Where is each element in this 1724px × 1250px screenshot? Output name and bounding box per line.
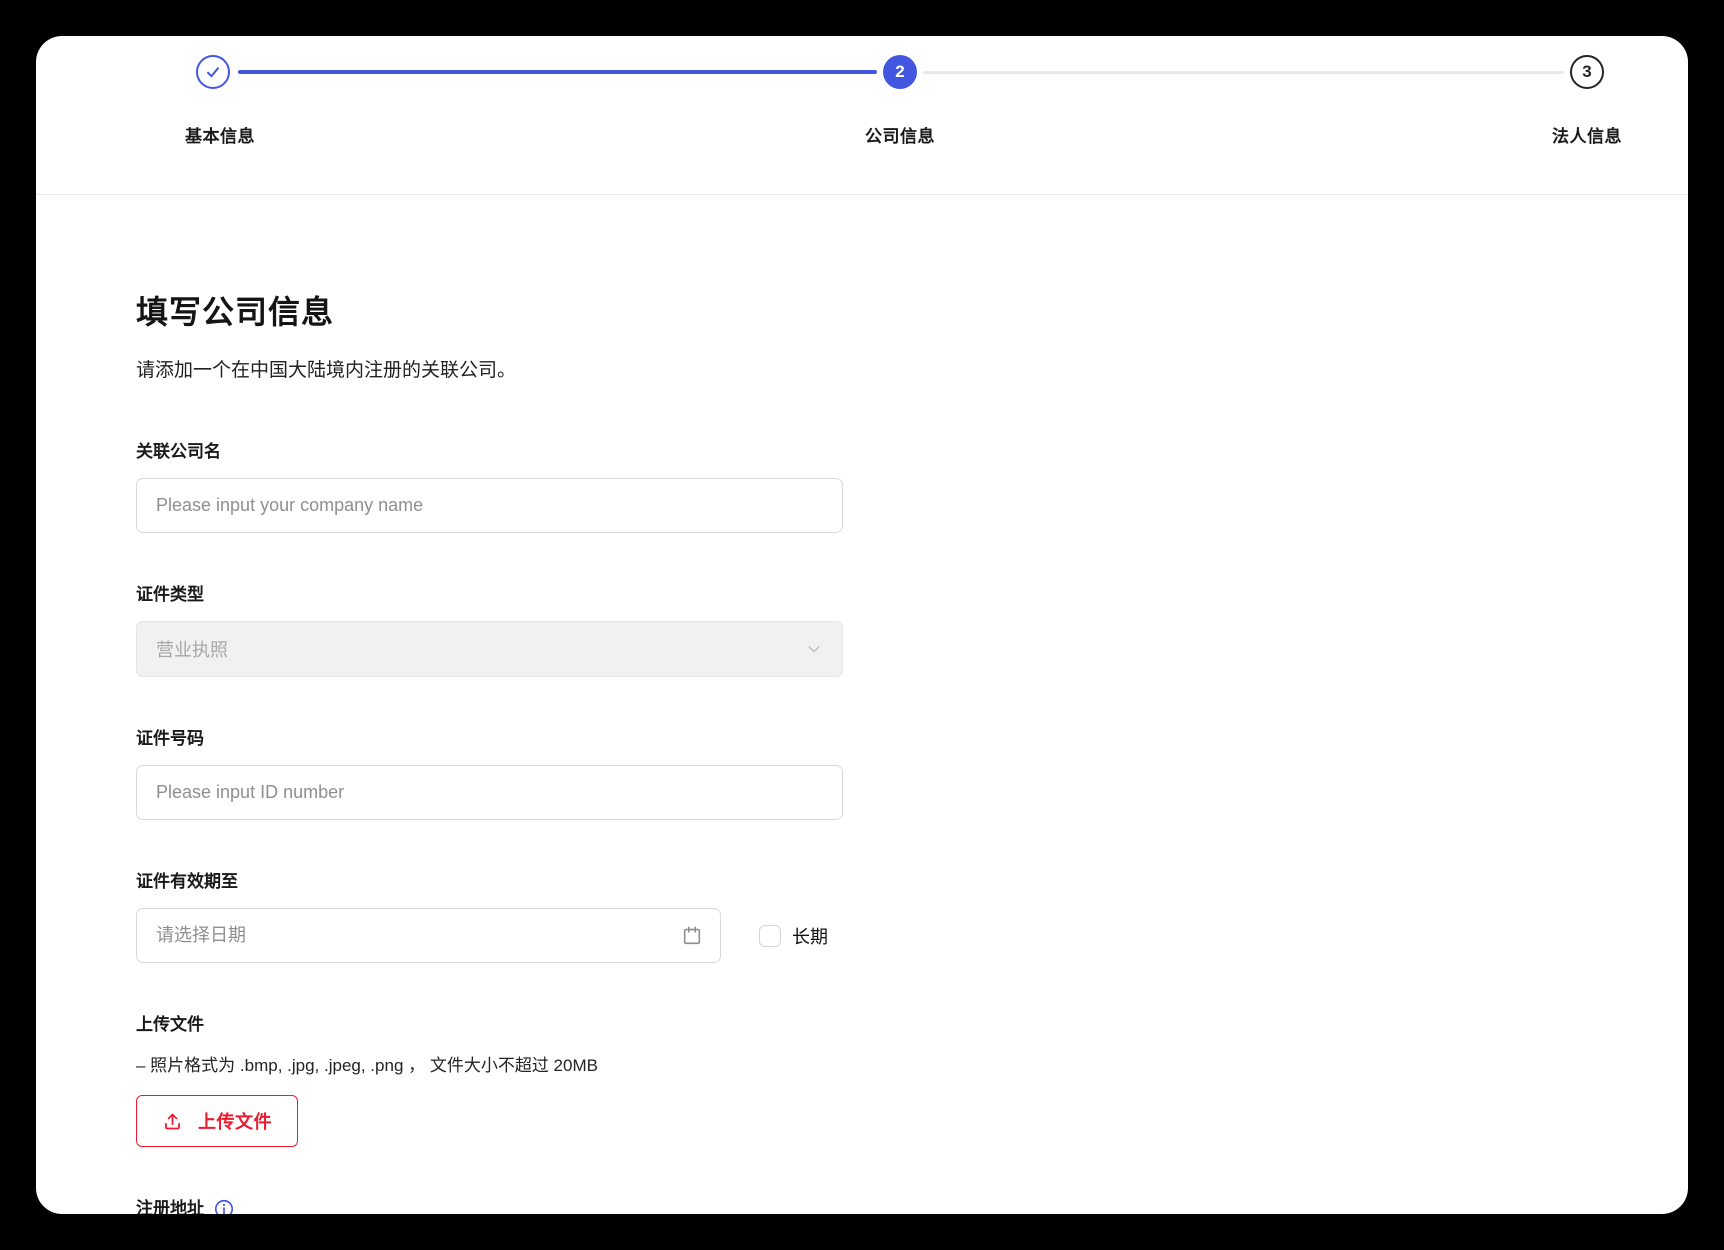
chevron-down-icon — [805, 640, 823, 658]
upload-note: – 照片格式为 .bmp, .jpg, .jpeg, .png ， 文件大小不超… — [136, 1051, 1688, 1076]
id-expiry-row: 长期 — [136, 908, 1688, 963]
address-label-row: 注册地址 — [136, 1197, 1688, 1214]
step-2-label: 公司信息 — [800, 122, 1000, 147]
calendar-icon[interactable] — [681, 925, 703, 947]
step-1-label: 基本信息 — [120, 122, 320, 147]
long-term-label: 长期 — [792, 923, 828, 949]
step-3-indicator: 3 — [1570, 55, 1604, 89]
id-type-select: 营业执照 — [136, 621, 843, 677]
stepper-connector-pending — [923, 71, 1564, 74]
step-3-number: 3 — [1582, 62, 1591, 82]
id-number-field: 证件号码 — [136, 727, 1688, 820]
step-2-indicator: 2 — [883, 55, 917, 89]
address-label: 注册地址 — [136, 1197, 204, 1214]
form-card: 2 3 基本信息 公司信息 法人信息 填写公司信息 请添加一个在中国大陆境内注册… — [36, 36, 1688, 1214]
upload-icon — [162, 1111, 183, 1132]
id-type-field: 证件类型 营业执照 — [136, 583, 1688, 677]
expiry-date-input[interactable] — [136, 908, 721, 963]
step-1-indicator — [196, 55, 230, 89]
long-term-checkbox[interactable] — [759, 925, 781, 947]
info-icon[interactable] — [213, 1198, 235, 1214]
id-number-label: 证件号码 — [136, 727, 1688, 751]
id-number-input[interactable] — [136, 765, 843, 820]
step-3-label: 法人信息 — [1487, 122, 1687, 147]
company-name-input[interactable] — [136, 478, 843, 533]
address-field: 注册地址 请选择国家/地区 — [136, 1197, 1688, 1214]
upload-field: 上传文件 – 照片格式为 .bmp, .jpg, .jpeg, .png ， 文… — [136, 1013, 1688, 1147]
stepper-connector-completed — [238, 70, 877, 74]
form-content: 填写公司信息 请添加一个在中国大陆境内注册的关联公司。 关联公司名 证件类型 营… — [36, 287, 1688, 1214]
stepper: 2 3 基本信息 公司信息 法人信息 — [36, 36, 1688, 195]
company-name-label: 关联公司名 — [136, 440, 1688, 464]
id-expiry-field: 证件有效期至 长期 — [136, 870, 1688, 963]
upload-file-button[interactable]: 上传文件 — [136, 1095, 298, 1147]
id-expiry-label: 证件有效期至 — [136, 870, 1688, 894]
page-title: 填写公司信息 — [136, 287, 1688, 333]
long-term-option[interactable]: 长期 — [759, 923, 828, 949]
id-type-label: 证件类型 — [136, 583, 1688, 607]
page-subtitle: 请添加一个在中国大陆境内注册的关联公司。 — [136, 355, 1688, 382]
company-name-field: 关联公司名 — [136, 440, 1688, 533]
upload-label: 上传文件 — [136, 1013, 1688, 1037]
step-2-number: 2 — [895, 62, 904, 82]
upload-button-label: 上传文件 — [198, 1108, 272, 1134]
id-type-value: 营业执照 — [156, 636, 228, 662]
expiry-date-picker[interactable] — [136, 908, 721, 963]
check-icon — [203, 62, 223, 82]
